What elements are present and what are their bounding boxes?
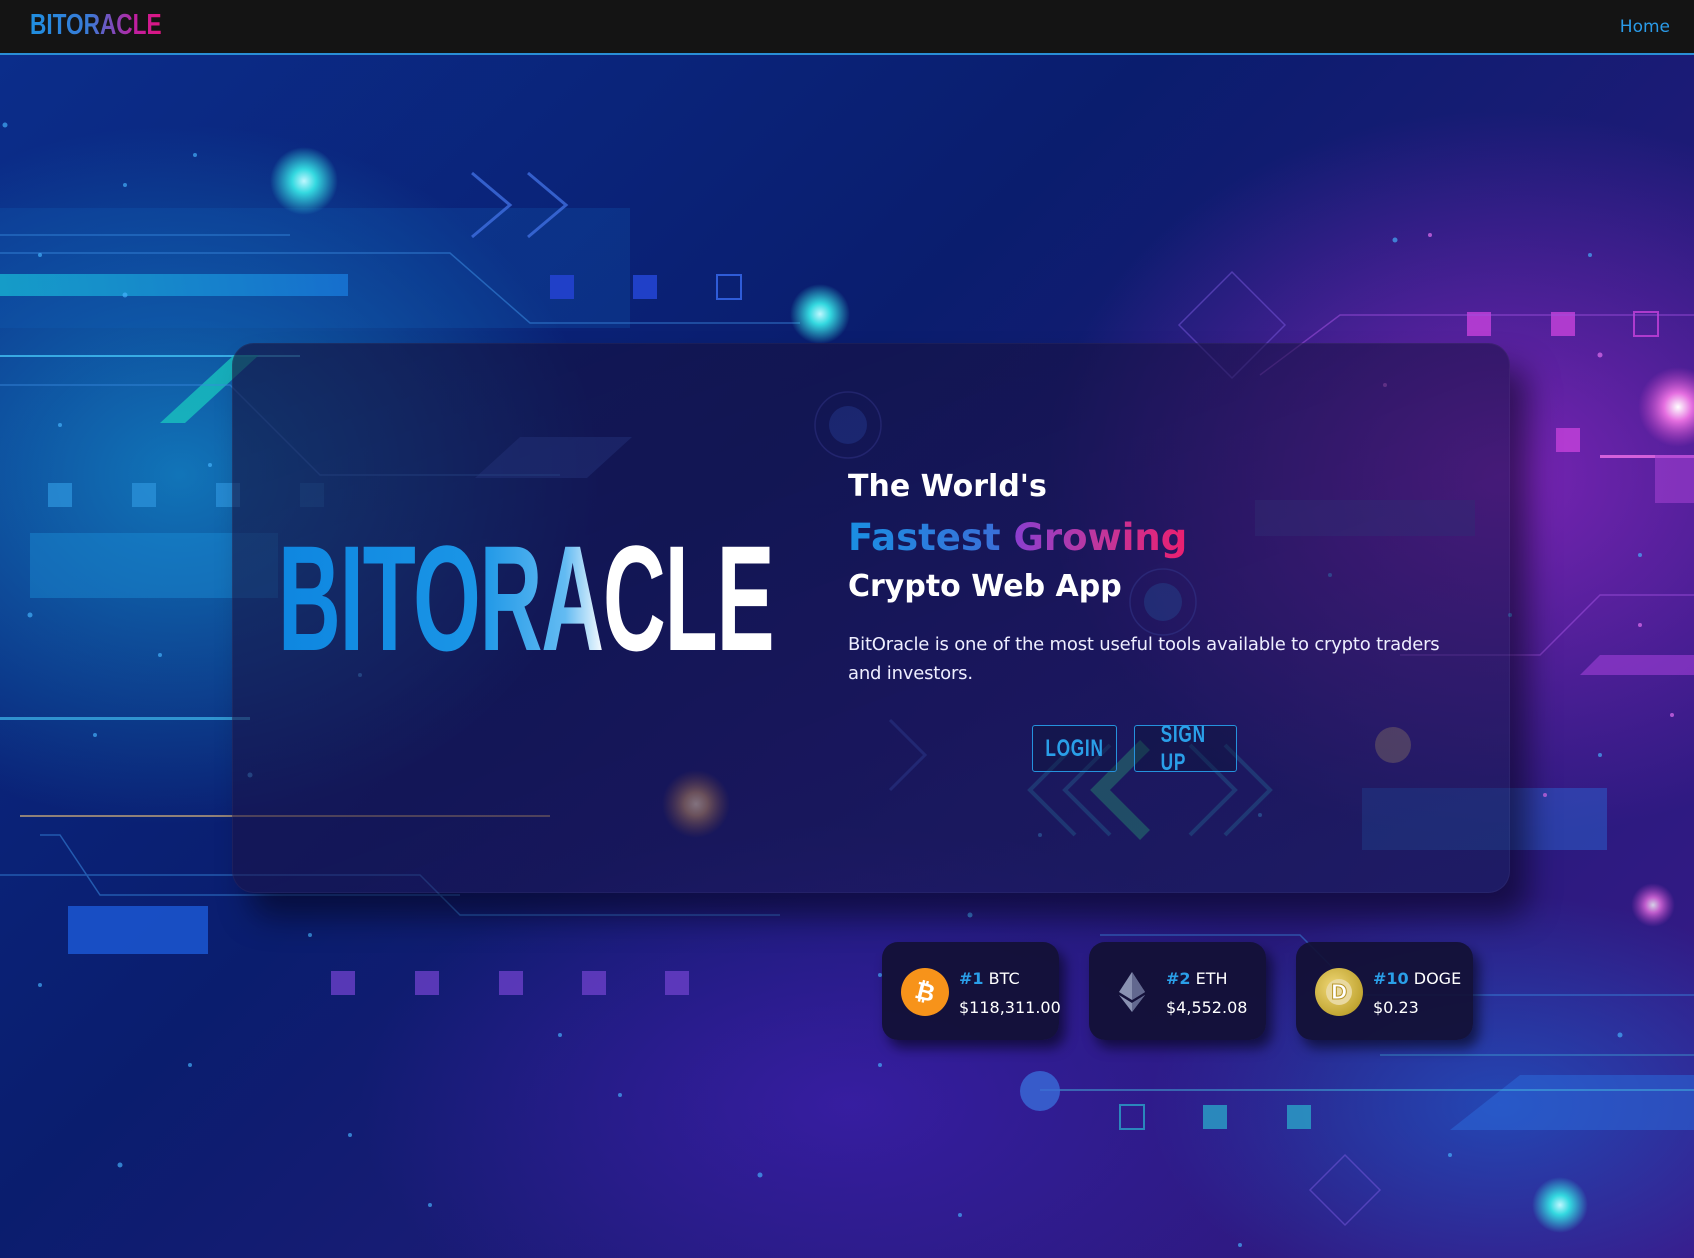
coin-price: $4,552.08	[1166, 998, 1248, 1017]
headline-line1: The World's	[848, 469, 1047, 504]
signup-button-label: SIGN UP	[1160, 720, 1206, 776]
svg-text:D: D	[1331, 980, 1348, 1004]
hero-description: BitOracle is one of the most useful tool…	[848, 634, 1440, 684]
brand-logo[interactable]: BITORACLE	[30, 9, 162, 42]
svg-text:₿: ₿	[912, 977, 938, 1007]
headline-line2: Fastest Growing	[848, 513, 1468, 563]
coin-card-eth[interactable]: #2 ETH $4,552.08	[1089, 942, 1266, 1040]
nav-link-home[interactable]: Home	[1620, 17, 1670, 37]
coin-price: $0.23	[1373, 998, 1419, 1017]
coin-card-doge[interactable]: D #10 DOGE $0.23	[1296, 942, 1473, 1040]
coin-rank-line: #2 ETH	[1166, 969, 1228, 988]
coin-rank: #1	[959, 969, 984, 988]
coin-price: $118,311.00	[959, 998, 1061, 1017]
login-button-label: LOGIN	[1045, 734, 1104, 762]
coin-rank-line: #1 BTC	[959, 969, 1020, 988]
headline-line3: Crypto Web App	[848, 569, 1122, 604]
coin-symbol: DOGE	[1413, 969, 1462, 988]
coin-card-btc[interactable]: ₿ #1 BTC $118,311.00	[882, 942, 1061, 1040]
hero-card: BITORACLE The World's Fastest Growing Cr…	[232, 343, 1510, 893]
headline-fastest: Fastest	[848, 516, 1001, 559]
navbar: BITORACLE Home	[0, 0, 1694, 55]
coin-rank: #2	[1166, 969, 1191, 988]
login-button[interactable]: LOGIN	[1032, 725, 1117, 772]
auth-buttons: LOGIN SIGN UP	[1032, 721, 1237, 776]
signup-button[interactable]: SIGN UP	[1134, 721, 1237, 776]
ethereum-icon	[1108, 968, 1156, 1016]
bitcoin-icon: ₿	[901, 968, 949, 1016]
coin-rank-line: #10 DOGE	[1373, 969, 1461, 988]
coin-rank: #10	[1373, 969, 1409, 988]
coin-symbol: BTC	[988, 969, 1020, 988]
headline-growing: Growing	[1013, 516, 1188, 559]
hero-logo: BITORACLE	[278, 514, 775, 682]
coin-symbol: ETH	[1195, 969, 1228, 988]
dogecoin-icon: D	[1315, 968, 1363, 1016]
hero-headline: The World's Fastest Growing Crypto Web A…	[848, 468, 1468, 688]
